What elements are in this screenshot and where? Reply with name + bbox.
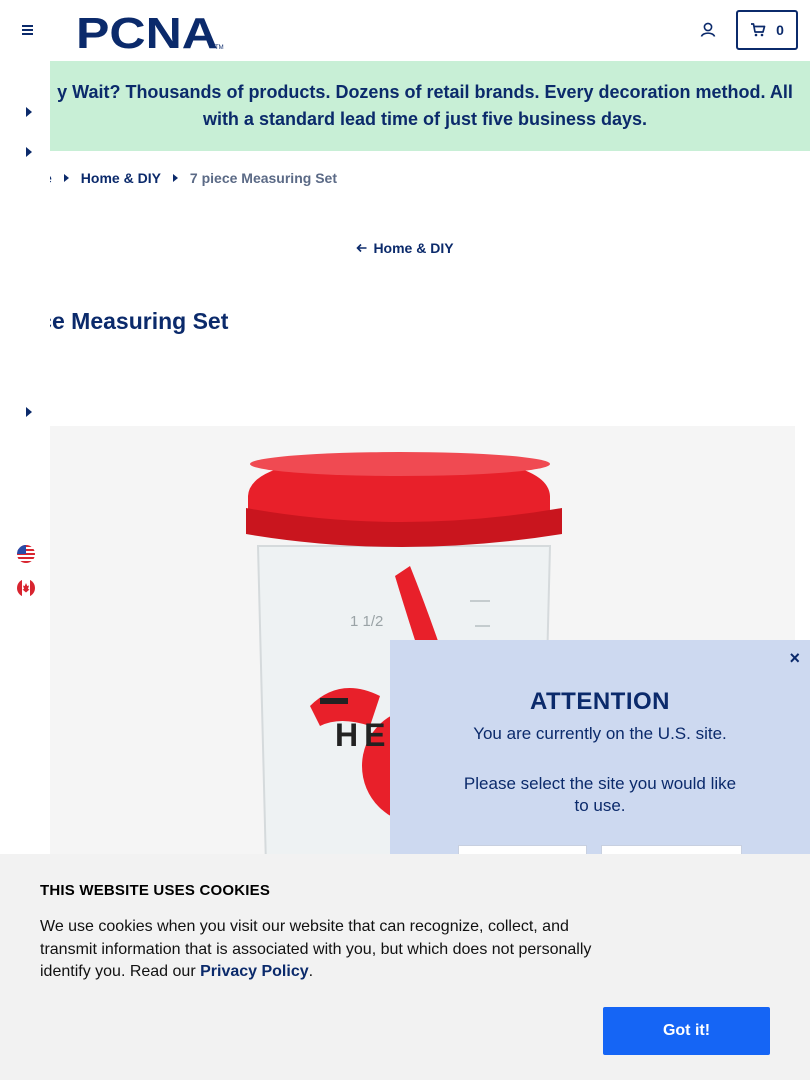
graduation-label: 1 1/2: [350, 613, 383, 630]
caret-right-icon[interactable]: [25, 407, 33, 417]
breadcrumb-current: 7 piece Measuring Set: [189, 170, 337, 186]
back-link-label: Home & DIY: [373, 240, 454, 256]
caret-right-icon: [172, 174, 178, 182]
breadcrumb: e Home & DIY 7 piece Measuring Set: [44, 170, 337, 186]
caret-right-icon[interactable]: [25, 147, 33, 157]
close-icon[interactable]: ×: [789, 648, 800, 669]
arrow-left-icon: [356, 243, 367, 253]
site-select-modal: × ATTENTION You are currently on the U.S…: [390, 640, 810, 885]
cookie-banner-title: THIS WEBSITE USES COOKIES: [40, 882, 271, 899]
caret-right-icon[interactable]: [25, 107, 33, 117]
modal-select-text: Please select the site you would like to…: [463, 774, 737, 815]
canada-flag-icon[interactable]: [17, 579, 35, 597]
cookie-banner-text: We use cookies when you visit our websit…: [40, 916, 610, 984]
us-flag-icon[interactable]: [17, 545, 35, 563]
pcna-logo[interactable]: PCNA TM: [76, 11, 226, 51]
cookie-body-text: We use cookies when you visit our websit…: [40, 918, 592, 980]
svg-text:TM: TM: [215, 45, 224, 51]
promo-banner-text: y Wait? Thousands of products. Dozens of…: [57, 82, 793, 129]
cart-button[interactable]: 0: [736, 10, 798, 50]
hamburger-menu-icon[interactable]: [18, 20, 38, 40]
account-icon[interactable]: [698, 20, 718, 40]
cart-count: 0: [776, 22, 784, 38]
modal-title: ATTENTION: [529, 688, 671, 715]
breadcrumb-link[interactable]: Home & DIY: [81, 170, 161, 186]
caret-right-icon: [63, 174, 69, 182]
privacy-policy-link[interactable]: Privacy Policy: [200, 963, 309, 980]
cookie-period: .: [308, 963, 314, 980]
cart-icon: [751, 23, 766, 37]
product-title: iece Measuring Set: [20, 308, 229, 334]
back-link-row: Home & DIY: [0, 240, 810, 256]
logo-text: PCNA: [76, 11, 218, 51]
promo-banner: y Wait? Thousands of products. Dozens of…: [0, 61, 810, 151]
site-header: PCNA TM 0: [0, 0, 810, 61]
accept-cookies-button[interactable]: Got it!: [603, 1007, 770, 1055]
back-link[interactable]: Home & DIY: [356, 240, 454, 256]
page: PCNA TM 0 y Wait? Thousands of products.…: [0, 0, 810, 1080]
modal-current-site-text: You are currently on the U.S. site.: [473, 724, 727, 743]
cookie-banner: THIS WEBSITE USES COOKIES We use cookies…: [0, 854, 810, 1080]
